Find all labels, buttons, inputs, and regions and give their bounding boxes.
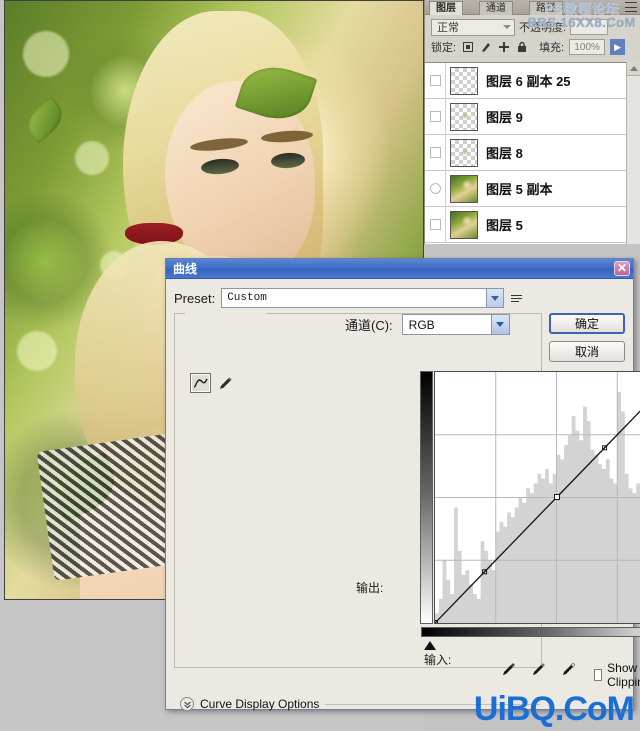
pencil-icon[interactable] (215, 373, 236, 393)
panel-tab-bar: 图层 通道 路径 (425, 0, 640, 15)
layer-visibility-toggle[interactable] (425, 63, 446, 99)
opacity-label: 不透明度: (519, 22, 567, 34)
lock-label: 锁定: (431, 42, 457, 54)
ok-button-label: 确定 (574, 317, 599, 331)
tab-paths-label: 路径 (536, 3, 556, 14)
layer-thumbnail (450, 102, 478, 131)
dialog-body: Preset: Custom 通道(C): RGB 输出: 输入: Show C… (166, 279, 640, 711)
lock-all-icon[interactable] (515, 41, 528, 54)
table-row[interactable]: 图层 9 (425, 98, 640, 135)
photoshop-window: 图层 通道 路径 正常 不透明度: 锁定: 填充: 100% ▶ 图层 6 副本… (0, 0, 640, 731)
preset-menu-icon[interactable] (510, 291, 524, 305)
opacity-input[interactable] (570, 19, 609, 35)
curve-grid[interactable] (434, 371, 640, 624)
curve-display-options-row[interactable]: Curve Display Options (180, 697, 540, 711)
input-label: 输入: (424, 653, 452, 667)
layer-name: 图层 8 (486, 146, 523, 161)
curve-plot[interactable] (435, 372, 640, 623)
tab-paths[interactable]: 路径 (529, 1, 563, 15)
tab-layers[interactable]: 图层 (429, 1, 463, 15)
channel-value: RGB (408, 317, 435, 332)
layer-list[interactable]: 图层 6 副本 25 图层 9 图层 8 图层 5 副本 图层 5 (425, 62, 640, 244)
histogram (435, 392, 640, 623)
tab-channels[interactable]: 通道 (479, 1, 513, 15)
layer-name: 图层 5 (486, 218, 523, 233)
blend-mode-select[interactable]: 正常 (431, 18, 515, 36)
divider (325, 703, 540, 705)
preset-row: Preset: Custom (174, 287, 625, 309)
panel-menu-icon[interactable] (625, 2, 637, 12)
fill-stepper-icon[interactable]: ▶ (610, 39, 626, 55)
blend-mode-row: 正常 不透明度: (425, 15, 640, 37)
show-clipping-row[interactable]: Show Clipping (594, 661, 640, 689)
black-point-slider[interactable] (424, 641, 436, 650)
layer-thumbnail (450, 174, 478, 203)
eyedropper-group (501, 661, 577, 677)
fill-value: 100% (574, 42, 600, 53)
input-gradient-bar (421, 627, 640, 637)
layer-visibility-toggle[interactable] (425, 170, 446, 207)
table-row[interactable]: 图层 5 (425, 206, 640, 243)
layer-visibility-toggle[interactable] (425, 134, 446, 171)
preset-value: Custom (227, 292, 267, 304)
set-black-point-icon[interactable] (501, 661, 517, 677)
table-row[interactable]: 图层 6 副本 25 (425, 63, 640, 99)
layer-thumbnail (450, 66, 478, 95)
show-clipping-label: Show Clipping (607, 661, 640, 689)
cancel-button-label: 取消 (574, 345, 599, 359)
lock-position-icon[interactable] (497, 41, 510, 54)
set-gray-point-icon[interactable] (531, 661, 547, 677)
layer-visibility-toggle[interactable] (425, 98, 446, 135)
channel-label: 通道(C): (342, 315, 396, 334)
chevron-double-down-icon[interactable] (180, 697, 194, 711)
show-clipping-checkbox[interactable] (594, 669, 603, 681)
curve-pencil-icon[interactable] (190, 373, 211, 393)
layer-list-scrollbar[interactable] (626, 62, 640, 244)
layer-visibility-toggle[interactable] (425, 206, 446, 243)
table-row[interactable]: 图层 5 副本 (425, 170, 640, 207)
cancel-button[interactable]: 取消 (549, 341, 625, 362)
channel-row: 通道(C): RGB (342, 314, 510, 335)
output-label: 输出: (356, 581, 384, 595)
channel-select[interactable]: RGB (401, 314, 510, 335)
table-row[interactable]: 图层 8 (425, 134, 640, 171)
chevron-down-icon[interactable] (486, 289, 504, 307)
set-white-point-icon[interactable] (561, 661, 577, 677)
fill-input[interactable]: 100% (569, 39, 606, 55)
dialog-titlebar[interactable]: 曲线 ✕ (166, 259, 633, 279)
lock-image-icon[interactable] (479, 41, 492, 54)
fill-label: 填充: (539, 42, 565, 54)
curves-dialog: 曲线 ✕ Preset: Custom 通道(C): RGB 输出: 输入: S… (165, 258, 640, 711)
lock-transparency-icon[interactable] (461, 41, 474, 54)
scroll-up-icon[interactable] (627, 62, 640, 76)
output-gradient-bar (420, 371, 433, 624)
lock-row: 锁定: 填充: 100% ▶ (425, 37, 640, 57)
layer-thumbnail (450, 138, 478, 167)
preset-select[interactable]: Custom (221, 288, 505, 308)
layer-name: 图层 5 副本 (486, 182, 553, 197)
preset-label: Preset: (174, 290, 216, 306)
layer-name: 图层 6 副本 25 (486, 74, 571, 89)
curve-tool-buttons (190, 373, 236, 393)
chevron-down-icon[interactable] (490, 315, 509, 334)
layer-thumbnail (450, 210, 478, 239)
blend-mode-value: 正常 (437, 22, 459, 34)
curve-display-options-label: Curve Display Options (200, 697, 320, 711)
tab-channels-label: 通道 (486, 3, 506, 14)
dialog-title: 曲线 (173, 262, 198, 276)
layer-name: 图层 9 (486, 110, 523, 125)
tab-layers-label: 图层 (436, 3, 456, 14)
layers-panel: 图层 通道 路径 正常 不透明度: 锁定: 填充: 100% ▶ 图层 6 副本… (424, 0, 640, 244)
close-icon[interactable]: ✕ (614, 261, 630, 276)
chevron-down-icon (503, 25, 511, 29)
ok-button[interactable]: 确定 (549, 313, 625, 334)
